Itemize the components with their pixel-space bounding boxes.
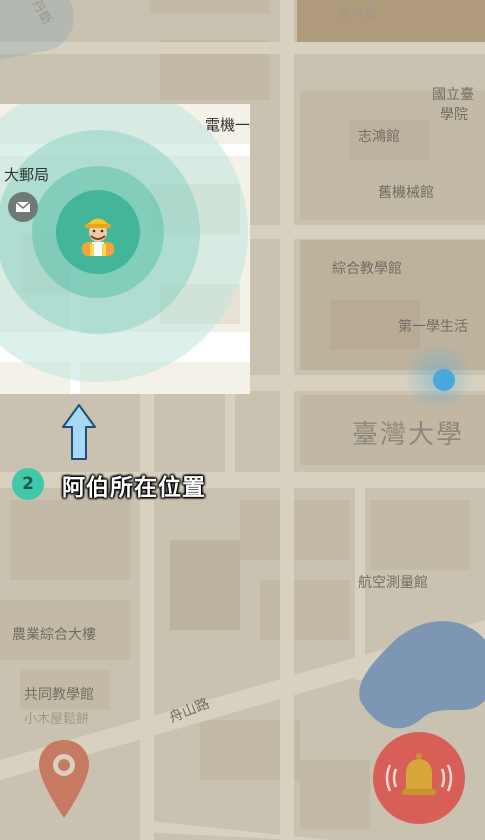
alert-button[interactable]: [372, 731, 466, 829]
cake-shop-label: 小木屋鬆餅: [24, 712, 90, 727]
location-pin-icon: [39, 740, 89, 818]
step-number-badge: 2: [12, 468, 44, 500]
up-arrow-icon: [61, 403, 97, 465]
college-label: 國立臺: [432, 87, 474, 103]
step-instruction-text: 阿伯所在位置: [62, 475, 206, 501]
dorm-label: 女九舍: [338, 6, 378, 21]
post-office-label: 大郵局: [4, 166, 50, 184]
teaching-building-label: 綜合教學館: [332, 261, 402, 277]
mail-icon[interactable]: [8, 192, 38, 222]
college-label-2: 學院: [440, 107, 468, 123]
aero-hall-label: 航空測量館: [358, 575, 428, 591]
agri-building-label: 農業綜合大樓: [12, 627, 96, 643]
zhihong-hall-label: 志鴻館: [358, 129, 400, 145]
common-hall-label: 共同教學館: [24, 687, 94, 703]
ntu-label: 臺灣大學: [352, 420, 465, 450]
location-button[interactable]: [36, 738, 92, 826]
ee-hall-label: 電機一館: [205, 116, 250, 134]
construction-worker-icon[interactable]: [74, 208, 122, 256]
user-location-dot: [433, 369, 455, 391]
highlighted-map-area[interactable]: 電機一館 大郵局: [0, 104, 250, 394]
mechanical-hall-label: 舊機械館: [378, 185, 434, 201]
user-location-marker: [404, 342, 474, 412]
student-center-label: 第一學生活: [398, 319, 468, 335]
